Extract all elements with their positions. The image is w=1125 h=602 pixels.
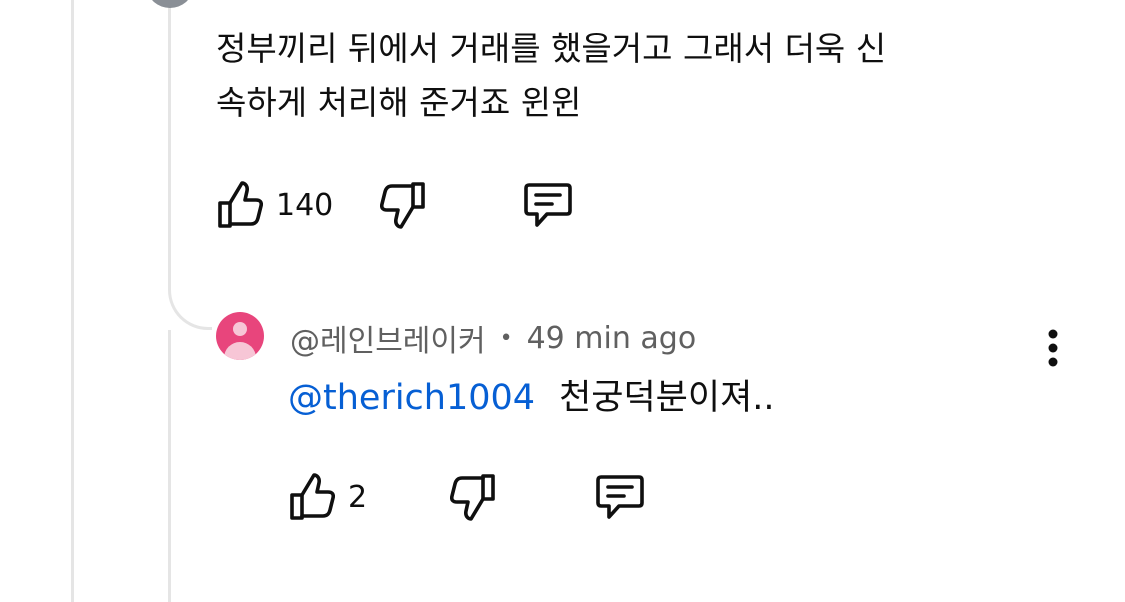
reply-thread-line-lower <box>168 330 171 602</box>
reply-header: @레인브레이커 • 49 min ago <box>290 316 696 360</box>
reply-thread-connector <box>168 286 212 330</box>
like-count: 2 <box>348 479 368 515</box>
like-icon <box>218 181 263 228</box>
more-vert-icon <box>1048 329 1058 367</box>
mention-link[interactable]: @therich1004 <box>288 378 535 418</box>
avatar-body <box>224 342 256 360</box>
reply-actions: 2 <box>288 470 647 524</box>
avatar[interactable] <box>148 0 192 8</box>
dislike-button[interactable] <box>449 470 497 524</box>
more-vert-icon <box>1040 0 1066 18</box>
dislike-icon <box>380 182 426 229</box>
reply-thread-line <box>168 0 171 290</box>
dislike-icon <box>450 474 495 521</box>
like-count: 140 <box>276 187 334 223</box>
reply-body: 천궁덕분이져.. <box>559 378 775 418</box>
reply-button[interactable] <box>521 178 575 232</box>
avatar[interactable] <box>216 312 264 360</box>
more-options-button[interactable] <box>1040 328 1066 368</box>
reply-icon <box>596 475 644 519</box>
comment-text: 정부끼리 뒤에서 거래를 했을거고 그래서 더욱 신 속하게 처리해 준거죠 윈… <box>216 22 1036 130</box>
comment-text-line: 정부끼리 뒤에서 거래를 했을거고 그래서 더욱 신 <box>216 29 887 68</box>
like-button[interactable] <box>288 470 336 524</box>
reply-icon <box>524 183 573 227</box>
reply-timestamp[interactable]: 49 min ago <box>527 321 697 356</box>
comment-actions: 140 <box>216 178 575 232</box>
separator: • <box>499 325 513 351</box>
reply-text: @therich1004 천궁덕분이져.. <box>288 374 775 422</box>
more-options-button[interactable] <box>1040 0 1066 18</box>
dislike-button[interactable] <box>379 178 427 232</box>
like-icon <box>290 473 335 520</box>
avatar-head <box>233 322 247 336</box>
like-button[interactable] <box>216 178 264 232</box>
reply-author[interactable]: @레인브레이커 <box>290 316 486 360</box>
comment-text-line: 속하게 처리해 준거죠 윈윈 <box>216 83 582 122</box>
reply-button[interactable] <box>593 470 647 524</box>
thread-line <box>71 0 74 602</box>
